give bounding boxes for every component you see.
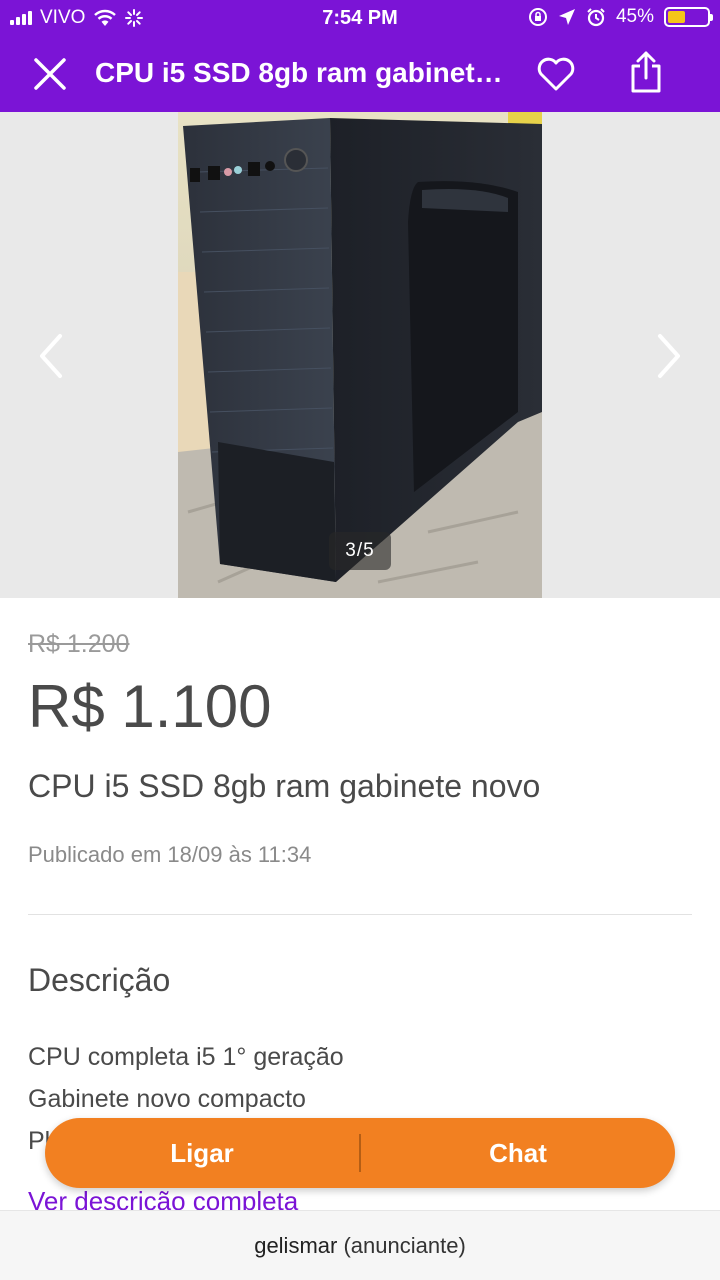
battery-icon bbox=[664, 7, 713, 27]
status-bar: VIVO 7:54 PM 45% bbox=[0, 0, 720, 36]
photo-gallery[interactable]: 3/5 bbox=[0, 112, 720, 598]
advertiser-name: gelismar bbox=[254, 1233, 338, 1258]
advertiser-role: (anunciante) bbox=[343, 1233, 466, 1258]
listing-title: CPU i5 SSD 8gb ram gabinete novo bbox=[28, 768, 541, 804]
share-icon[interactable] bbox=[628, 50, 664, 94]
photo-counter: 3/5 bbox=[329, 532, 391, 570]
product-photo[interactable] bbox=[178, 112, 542, 598]
price: R$ 1.100 bbox=[28, 673, 272, 740]
published-date: Publicado em 18/09 às 11:34 bbox=[28, 842, 312, 867]
heart-icon[interactable] bbox=[536, 54, 576, 94]
description-heading: Descrição bbox=[28, 962, 171, 998]
old-price: R$ 1.200 bbox=[28, 630, 130, 658]
divider bbox=[28, 914, 692, 915]
advertiser-footer[interactable]: gelismar (anunciante) bbox=[0, 1210, 720, 1280]
battery-percent: 45% bbox=[615, 6, 654, 27]
contact-action-bar: Ligar Chat bbox=[45, 1118, 675, 1188]
description-line: Gabinete novo compacto bbox=[28, 1085, 306, 1113]
navigation-bar: CPU i5 SSD 8gb ram gabinete novo bbox=[0, 36, 720, 112]
app-header: VIVO 7:54 PM 45% CPU i5 SSD 8gb ram gabi… bbox=[0, 0, 720, 112]
description-line: CPU completa i5 1° geração bbox=[28, 1043, 344, 1071]
lock-rotation-icon bbox=[528, 8, 547, 26]
close-icon[interactable] bbox=[30, 54, 70, 94]
alarm-icon bbox=[587, 8, 605, 27]
previous-photo-icon[interactable] bbox=[32, 330, 72, 382]
battery-level bbox=[668, 11, 686, 23]
chat-button[interactable]: Chat bbox=[361, 1118, 675, 1188]
location-icon bbox=[558, 9, 575, 25]
page-title: CPU i5 SSD 8gb ram gabinete novo bbox=[95, 57, 515, 88]
call-button[interactable]: Ligar bbox=[45, 1118, 359, 1188]
next-photo-icon[interactable] bbox=[648, 330, 688, 382]
